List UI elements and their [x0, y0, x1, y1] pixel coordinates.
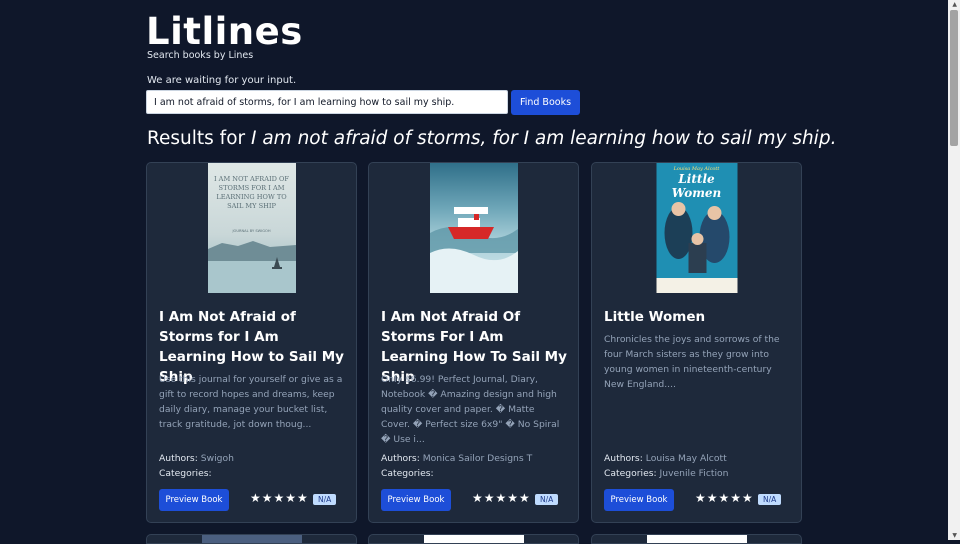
results-query: I am not afraid of storms, for I am lear…	[251, 128, 837, 149]
cover-image	[429, 163, 518, 293]
book-description: Use this journal for yourself or give as…	[159, 374, 343, 430]
book-card: Louisa May Alcott Little Women Little Wo…	[591, 162, 802, 523]
results-prefix: Results for	[147, 128, 251, 149]
scrollbar-thumb[interactable]	[950, 10, 958, 146]
book-authors: Authors: Louisa May Alcott	[604, 453, 727, 464]
book-card: I AM NOT AFRAID OF STORMS FOR I AM LEARN…	[146, 162, 357, 523]
app-logo-title: Litlines	[146, 10, 303, 53]
page-scrollbar[interactable]: ▲ ▼	[948, 0, 960, 540]
book-authors: Authors: Monica Sailor Designs T	[381, 453, 533, 464]
book-description: Only $6.99! Perfect Journal, Diary, Note…	[381, 374, 560, 445]
preview-book-button[interactable]: Preview Book	[604, 489, 674, 511]
book-categories: Categories:	[159, 468, 212, 479]
book-card-partial	[368, 534, 579, 544]
book-description: Chronicles the joys and sorrows of the f…	[604, 334, 780, 390]
book-cover: I AM NOT AFRAID OF STORMS FOR I AM LEARN…	[207, 163, 296, 293]
book-categories: Categories: Juvenile Fiction	[604, 468, 729, 479]
results-heading: Results for I am not afraid of storms, f…	[147, 128, 836, 149]
book-card-partial	[146, 534, 357, 544]
cover-title-text: Little Women	[671, 172, 722, 200]
book-title: Little Women	[604, 309, 706, 325]
book-card: I Am Not Afraid Of Storms For I Am Learn…	[368, 162, 579, 523]
scroll-up-icon[interactable]: ▲	[952, 1, 957, 8]
rating-stars: ★★★★★	[472, 491, 531, 505]
search-input[interactable]	[146, 90, 508, 114]
cover-title-text: I AM NOT AFRAID OF STORMS FOR I AM LEARN…	[213, 175, 289, 210]
find-books-button[interactable]: Find Books	[511, 90, 580, 115]
preview-book-button[interactable]: Preview Book	[381, 489, 451, 511]
scroll-down-icon[interactable]: ▼	[952, 532, 957, 539]
book-card-partial	[591, 534, 802, 544]
preview-book-button[interactable]: Preview Book	[159, 489, 229, 511]
rating-stars: ★★★★★	[250, 491, 309, 505]
rating-badge: N/A	[535, 494, 559, 505]
book-categories: Categories:	[381, 468, 434, 479]
status-message: We are waiting for your input.	[147, 75, 297, 86]
book-cover: Louisa May Alcott Little Women	[656, 163, 737, 293]
app-tagline: Search books by Lines	[147, 50, 254, 61]
rating-stars: ★★★★★	[695, 491, 754, 505]
rating-badge: N/A	[758, 494, 782, 505]
book-authors: Authors: Swigoh	[159, 453, 234, 464]
rating-badge: N/A	[313, 494, 337, 505]
cover-author-text: JOURNAL BY SWIGOH	[232, 229, 271, 233]
book-cover	[429, 163, 518, 293]
